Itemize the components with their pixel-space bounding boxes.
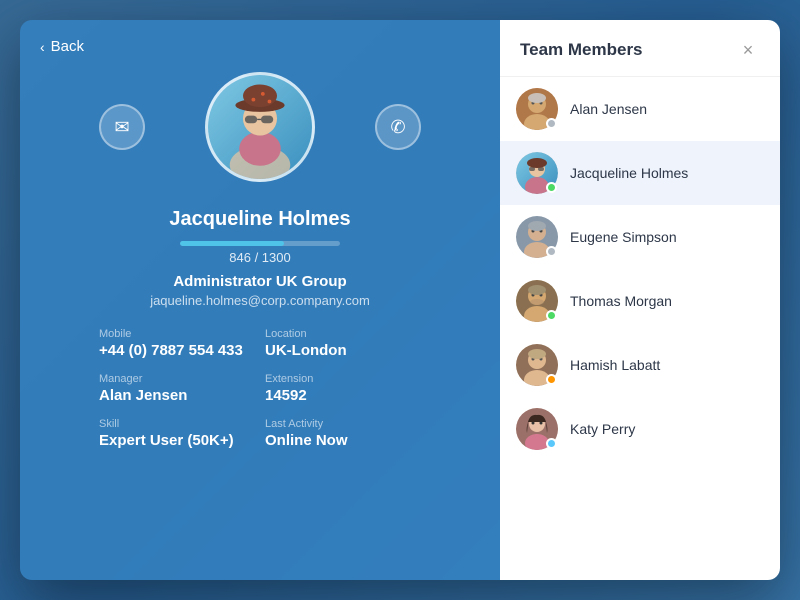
detail-skill: Skill Expert User (50K+) xyxy=(99,418,255,449)
details-grid: Mobile +44 (0) 7887 554 433 Location UK-… xyxy=(99,328,421,449)
avatar xyxy=(205,72,315,182)
extension-value: 14592 xyxy=(265,387,421,404)
member-avatar-thomas-morgan xyxy=(516,280,558,322)
back-chevron-icon: ‹ xyxy=(40,39,45,55)
mobile-value: +44 (0) 7887 554 433 xyxy=(99,342,255,359)
profile-name: Jacqueline Holmes xyxy=(169,208,350,231)
team-panel: Team Members × xyxy=(500,20,780,580)
status-dot-hamish-labatt xyxy=(546,374,557,385)
panel-header: Team Members × xyxy=(500,20,780,77)
profile-email: jaqueline.holmes@corp.company.com xyxy=(150,293,370,308)
member-name-thomas-morgan: Thomas Morgan xyxy=(570,293,672,309)
progress-bar xyxy=(180,241,340,246)
detail-extension: Extension 14592 xyxy=(265,373,421,404)
members-list: Alan Jensen xyxy=(500,77,780,580)
detail-manager: Manager Alan Jensen xyxy=(99,373,255,404)
detail-activity: Last Activity Online Now xyxy=(265,418,421,449)
member-item-alan-jensen[interactable]: Alan Jensen xyxy=(500,77,780,141)
member-name-jacqueline-holmes: Jacqueline Holmes xyxy=(570,165,688,181)
member-item-jacqueline-holmes[interactable]: Jacqueline Holmes xyxy=(500,141,780,205)
status-dot-jacqueline-holmes xyxy=(546,182,557,193)
member-name-hamish-labatt: Hamish Labatt xyxy=(570,357,660,373)
phone-icon: ✆ xyxy=(390,117,405,138)
mobile-label: Mobile xyxy=(99,328,255,340)
close-button[interactable]: × xyxy=(736,38,760,62)
member-name-katy-perry: Katy Perry xyxy=(570,421,635,437)
manager-label: Manager xyxy=(99,373,255,385)
back-button[interactable]: ‹ Back xyxy=(40,38,84,55)
member-name-eugene-simpson: Eugene Simpson xyxy=(570,229,677,245)
member-item-hamish-labatt[interactable]: Hamish Labatt xyxy=(500,333,780,397)
phone-button[interactable]: ✆ xyxy=(375,104,421,150)
action-buttons-row: ✉ xyxy=(99,72,421,182)
member-avatar-jacqueline-holmes xyxy=(516,152,558,194)
member-item-eugene-simpson[interactable]: Eugene Simpson xyxy=(500,205,780,269)
location-label: Location xyxy=(265,328,421,340)
modal-container: ‹ Back ✉ xyxy=(20,20,780,580)
member-avatar-katy-perry xyxy=(516,408,558,450)
status-dot-alan-jensen xyxy=(546,118,557,129)
profile-panel: ‹ Back ✉ xyxy=(20,20,500,580)
status-dot-thomas-morgan xyxy=(546,310,557,321)
detail-mobile: Mobile +44 (0) 7887 554 433 xyxy=(99,328,255,359)
member-avatar-alan-jensen xyxy=(516,88,558,130)
progress-text: 846 / 1300 xyxy=(229,250,290,265)
activity-label: Last Activity xyxy=(265,418,421,430)
status-dot-eugene-simpson xyxy=(546,246,557,257)
back-label: Back xyxy=(51,38,84,55)
member-avatar-hamish-labatt xyxy=(516,344,558,386)
activity-value: Online Now xyxy=(265,432,421,449)
skill-label: Skill xyxy=(99,418,255,430)
detail-location: Location UK-London xyxy=(265,328,421,359)
member-name-alan-jensen: Alan Jensen xyxy=(570,101,647,117)
profile-role: Administrator UK Group xyxy=(173,273,346,290)
email-button[interactable]: ✉ xyxy=(99,104,145,150)
skill-value: Expert User (50K+) xyxy=(99,432,255,449)
status-dot-katy-perry xyxy=(546,438,557,449)
member-item-thomas-morgan[interactable]: Thomas Morgan xyxy=(500,269,780,333)
member-item-katy-perry[interactable]: Katy Perry xyxy=(500,397,780,461)
progress-fill xyxy=(180,241,284,246)
manager-value: Alan Jensen xyxy=(99,387,255,404)
panel-title: Team Members xyxy=(520,40,643,60)
profile-section: ✉ xyxy=(99,72,421,449)
location-value: UK-London xyxy=(265,342,421,359)
extension-label: Extension xyxy=(265,373,421,385)
member-avatar-eugene-simpson xyxy=(516,216,558,258)
email-icon: ✉ xyxy=(114,117,129,138)
